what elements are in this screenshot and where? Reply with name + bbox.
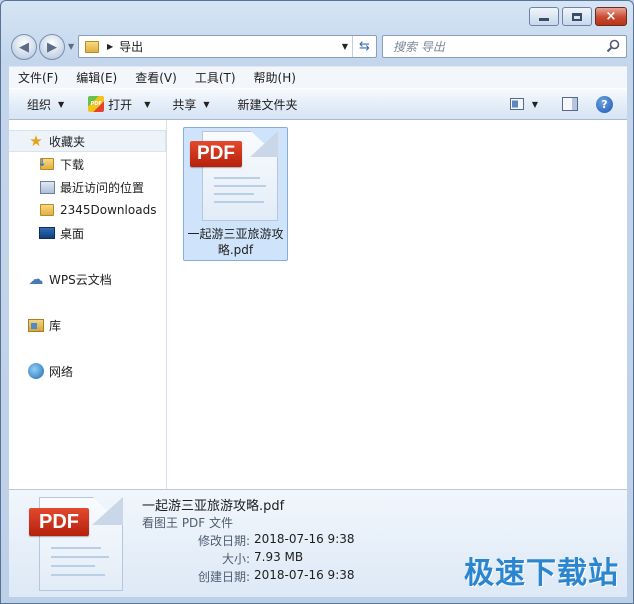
view-dropdown-icon[interactable]: ▼ (532, 100, 538, 109)
refresh-icon: ⇆ (359, 39, 370, 54)
view-options-icon[interactable] (509, 98, 524, 110)
modified-label: 修改日期: (197, 534, 250, 548)
nav-item-wps-cloud[interactable]: ☁ WPS云文档 (9, 268, 112, 290)
nav-libraries-label: 库 (49, 318, 62, 333)
menu-view[interactable]: 查看(V) (126, 69, 186, 86)
explorer-window: × ◀ ▶ ▼ ▶ 导出 ▼ ⇆ 搜索 导出 文件(F) 编辑(E) 查看(V)… (0, 0, 634, 604)
recent-pages-dropdown-icon[interactable]: ▼ (68, 42, 74, 51)
folder-icon (39, 202, 55, 218)
network-icon (28, 363, 44, 379)
nav-recent-label: 最近访问的位置 (60, 180, 145, 195)
pdf-reader-icon: PDF (88, 96, 105, 112)
file-name: 一起游三亚旅游攻略.pdf (187, 227, 284, 257)
refresh-button[interactable]: ⇆ (352, 36, 376, 57)
share-button[interactable]: 共享 ▼ (172, 89, 209, 119)
library-icon (28, 317, 44, 333)
nav-item-network[interactable]: 网络 (9, 360, 73, 382)
nav-item-2345downloads[interactable]: 2345Downloads (9, 199, 156, 221)
search-placeholder: 搜索 导出 (393, 40, 445, 54)
pdf-badge-large: PDF (29, 508, 89, 536)
menu-bar: 文件(F) 编辑(E) 查看(V) 工具(T) 帮助(H) (9, 66, 627, 88)
caption-buttons: × (529, 7, 627, 26)
created-label: 创建日期: (197, 570, 250, 584)
nav-favorites-label: 收藏夹 (49, 134, 86, 149)
open-label: 打开 (108, 97, 133, 112)
pdf-badge: PDF (190, 141, 242, 167)
back-button[interactable]: ◀ (11, 34, 37, 60)
nav-item-downloads[interactable]: ↓ 下载 (9, 153, 84, 175)
folder-icon (85, 40, 99, 53)
nav-downloads-label: 下载 (60, 157, 85, 172)
chevron-down-icon[interactable]: ▼ (144, 100, 150, 109)
address-bar[interactable]: ▶ 导出 ▼ ⇆ (78, 35, 377, 58)
modified-value: 2018-07-16 9:38 (254, 532, 355, 546)
cloud-icon: ☁ (28, 270, 44, 288)
menu-file[interactable]: 文件(F) (9, 69, 67, 86)
close-button[interactable]: × (595, 7, 627, 26)
size-value: 7.93 MB (254, 550, 304, 564)
open-button[interactable]: PDF 打开 ▼ (88, 89, 150, 119)
nav-desktop-label: 桌面 (60, 226, 85, 241)
star-icon: ★ (29, 132, 43, 150)
back-arrow-icon: ◀ (19, 39, 29, 55)
nav-item-desktop[interactable]: 桌面 (9, 222, 84, 244)
new-folder-button[interactable]: 新建文件夹 (238, 89, 298, 119)
menu-edit[interactable]: 编辑(E) (67, 69, 126, 86)
search-icon[interactable] (606, 39, 620, 53)
details-pane: PDF 一起游三亚旅游攻略.pdf 看图王 PDF 文件 修改日期: 2018-… (9, 489, 627, 597)
organize-button[interactable]: 组织 ▼ (27, 89, 64, 119)
organize-label: 组织 (27, 97, 52, 112)
nav-wps-cloud-label: WPS云文档 (49, 272, 112, 287)
menu-help[interactable]: 帮助(H) (245, 69, 305, 86)
minimize-button[interactable] (529, 7, 559, 26)
command-bar: 组织 ▼ PDF 打开 ▼ 共享 ▼ 新建文件夹 ▼ ? (9, 88, 627, 120)
breadcrumb-current[interactable]: 导出 (119, 38, 143, 55)
minimize-icon (539, 17, 549, 21)
nav-network-label: 网络 (49, 364, 74, 379)
nav-item-favorites[interactable]: ★ 收藏夹 (9, 130, 166, 152)
navigation-pane: ★ 收藏夹 ↓ 下载 最近访问的位置 2345Downloads 桌面 ☁ WP… (9, 120, 167, 489)
maximize-button[interactable] (562, 7, 592, 26)
chevron-down-icon: ▼ (58, 99, 65, 109)
preview-pane-icon[interactable] (562, 97, 578, 111)
nav-item-recent[interactable]: 最近访问的位置 (9, 176, 144, 198)
breadcrumb-chevron-icon[interactable]: ▶ (107, 42, 113, 51)
share-label: 共享 (172, 97, 197, 112)
close-icon: × (605, 9, 617, 24)
search-input[interactable]: 搜索 导出 (382, 35, 627, 58)
created-value: 2018-07-16 9:38 (254, 568, 355, 582)
details-modified-row: 修改日期: 2018-07-16 9:38 (142, 532, 362, 549)
watermark-logo: 极速下载站 (464, 556, 619, 591)
details-size-row: 大小: 7.93 MB (142, 550, 362, 567)
desktop-icon (39, 225, 55, 241)
view-controls: ▼ ? (509, 89, 627, 119)
new-folder-label: 新建文件夹 (237, 97, 298, 112)
menu-tools[interactable]: 工具(T) (186, 69, 245, 86)
address-history-dropdown-icon[interactable]: ▼ (342, 42, 348, 51)
details-filetype: 看图王 PDF 文件 (142, 516, 234, 530)
nav-2345downloads-label: 2345Downloads (60, 203, 157, 217)
file-list[interactable]: PDF 一起游三亚旅游攻略.pdf (167, 120, 627, 489)
forward-arrow-icon: ▶ (47, 39, 57, 55)
maximize-icon (572, 12, 582, 21)
help-icon[interactable]: ? (596, 95, 613, 113)
nav-item-libraries[interactable]: 库 (9, 314, 61, 336)
file-item[interactable]: PDF 一起游三亚旅游攻略.pdf (183, 127, 288, 261)
details-filename: 一起游三亚旅游攻略.pdf (142, 499, 285, 514)
forward-button[interactable]: ▶ (39, 34, 65, 60)
recent-places-icon (39, 179, 55, 195)
downloads-folder-icon: ↓ (38, 156, 55, 172)
chevron-down-icon: ▼ (203, 99, 210, 109)
size-label: 大小: (221, 552, 250, 566)
details-created-row: 创建日期: 2018-07-16 9:38 (142, 568, 362, 585)
